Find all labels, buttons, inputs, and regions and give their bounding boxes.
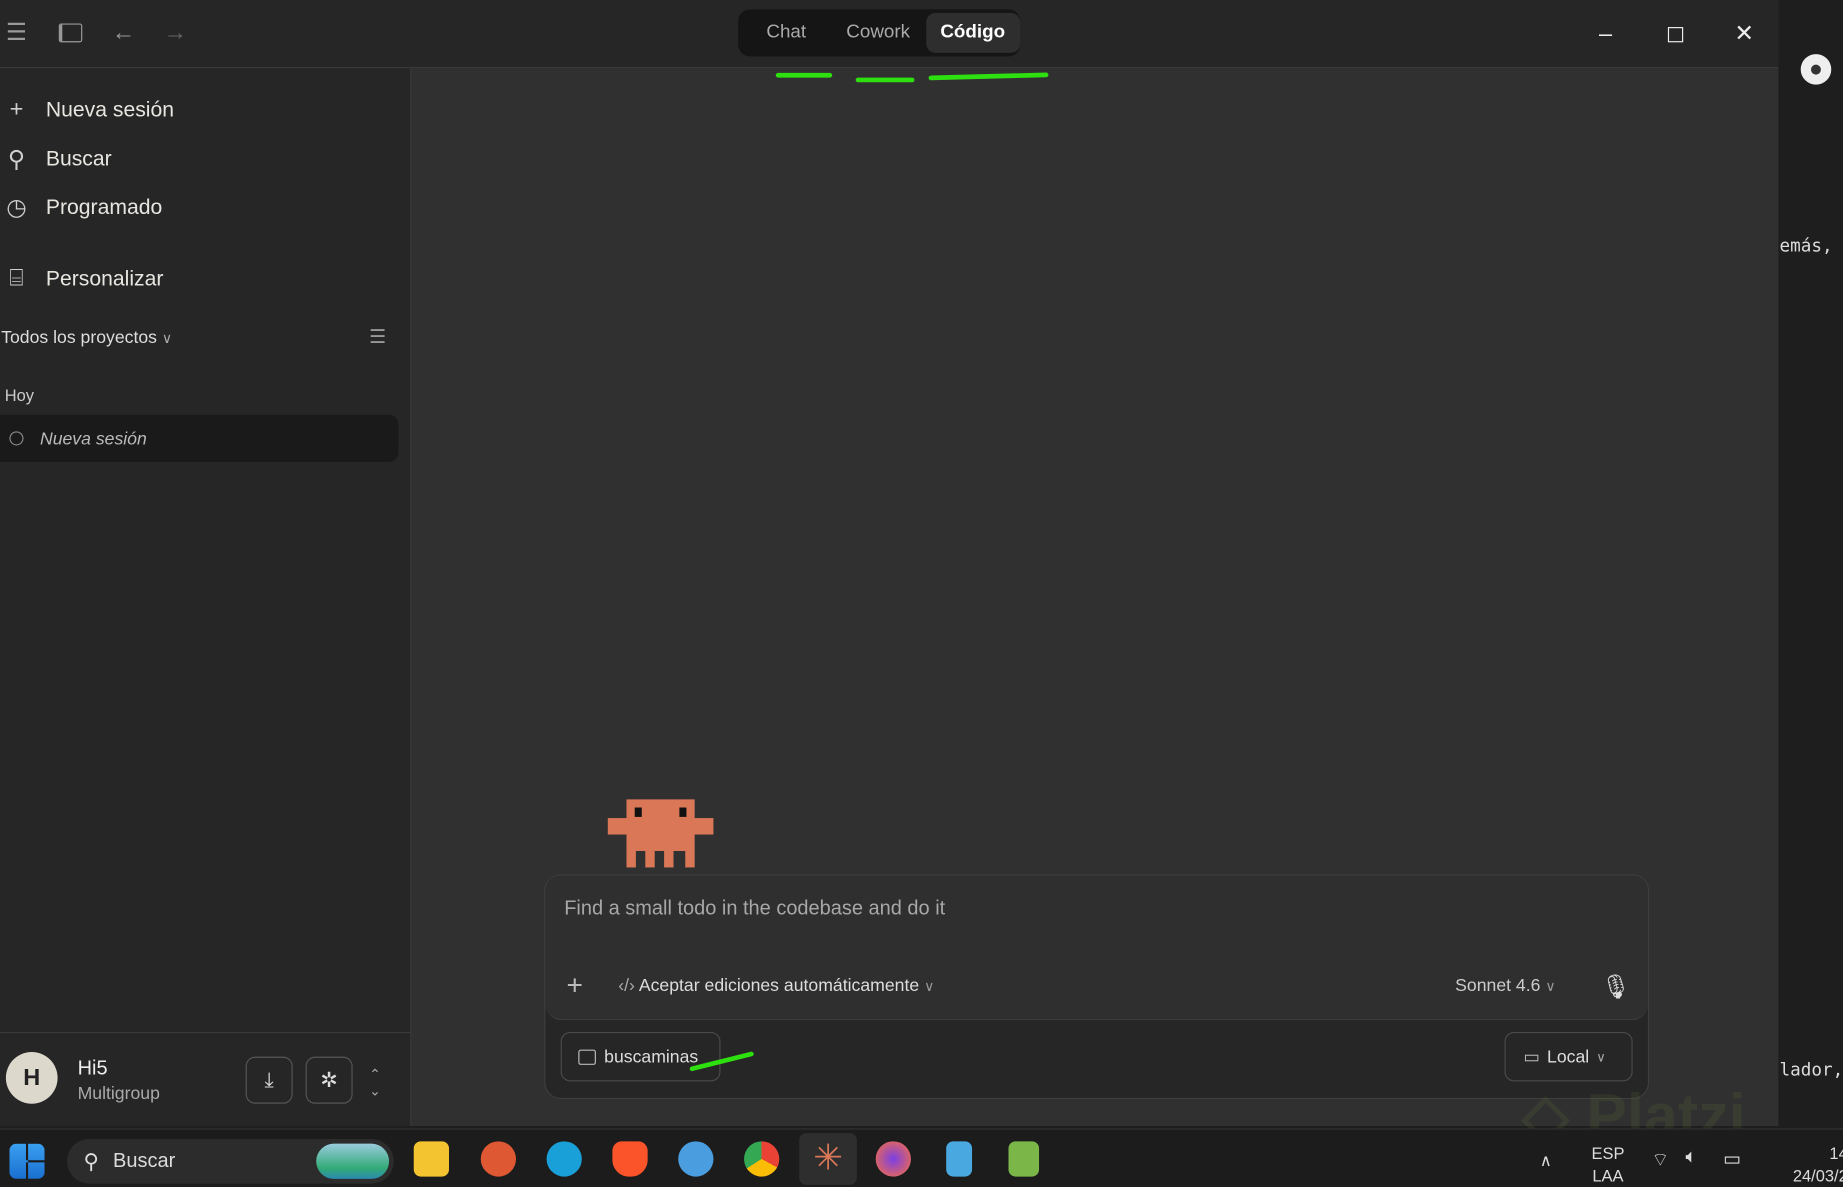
notepad-plus-icon[interactable] <box>1008 1141 1040 1177</box>
status-circle-icon <box>9 431 24 446</box>
annotation-mark <box>928 72 1049 81</box>
mode-switcher: Chat Cowork Código <box>738 9 1021 57</box>
model-label: Sonnet 4.6 <box>1455 975 1541 996</box>
projects-filter-dropdown[interactable]: Todos los proyectos ∨ <box>1 328 172 348</box>
sidebar-toggle-icon[interactable] <box>54 16 87 49</box>
firefox-icon[interactable] <box>875 1141 911 1177</box>
search-icon: ⚲ <box>7 146 26 173</box>
close-button[interactable]: ✕ <box>1727 16 1762 51</box>
sidebar-item-programado[interactable]: ◷ Programado <box>0 187 400 227</box>
taskbar-search[interactable]: ⚲ Buscar <box>66 1138 394 1184</box>
nav-label: Buscar <box>45 146 112 170</box>
edit-mode-dropdown[interactable]: ‹/› Aceptar ediciones automáticamente ∨ <box>618 976 934 996</box>
mascot-icon <box>607 799 714 868</box>
group-label: Hoy <box>4 385 34 405</box>
model-selector[interactable]: Sonnet 4.6 ∨ <box>1455 976 1556 996</box>
duckduckgo-icon[interactable] <box>480 1141 517 1177</box>
folder-icon <box>578 1049 596 1065</box>
battery-icon[interactable]: ▭ <box>1723 1147 1741 1171</box>
back-arrow-icon[interactable]: ← <box>107 16 140 49</box>
taskbar: ⚲ Buscar ✳ ∧ ESPLAA ⌔ 🔈︎ ▭ 1424/03/2 <box>0 1128 1843 1187</box>
session-title: Nueva sesión <box>39 428 147 449</box>
briefcase-icon: ⌸ <box>9 265 24 291</box>
time: 14 <box>1829 1143 1843 1163</box>
chrome-icon[interactable] <box>744 1141 780 1177</box>
lang-code: ESP <box>1591 1143 1625 1163</box>
user-name: Hi5 <box>77 1056 108 1080</box>
code-icon: ‹/› <box>618 975 635 996</box>
sidebar-item-personalizar[interactable]: ⌸ Personalizar <box>0 259 400 299</box>
chevron-down-icon: ∨ <box>161 330 173 347</box>
annotation-mark <box>775 72 833 78</box>
user-bar: H Hi5 Multigroup ⤓ ✲ ⌃ ⌄ <box>0 1032 411 1127</box>
lang-layout: LAA <box>1592 1165 1624 1185</box>
plus-icon: + <box>9 95 24 122</box>
taskbar-search-label: Buscar <box>113 1149 176 1172</box>
search-highlight-image <box>316 1143 390 1179</box>
monitor-icon: ▭ <box>1523 1047 1540 1068</box>
add-attachment-button[interactable]: + <box>567 970 583 1003</box>
language-indicator[interactable]: ESP LAA <box>1591 1142 1624 1187</box>
composer: Find a small todo in the codebase and do… <box>544 874 1650 1099</box>
notepad-icon[interactable] <box>946 1141 973 1177</box>
tab-cowork[interactable]: Cowork <box>832 13 924 53</box>
minimize-button[interactable]: – <box>1588 16 1623 51</box>
sidebar-item-nueva-sesion[interactable]: + Nueva sesión <box>0 89 400 129</box>
edge-icon[interactable] <box>546 1141 582 1177</box>
maximize-button[interactable] <box>1657 16 1692 51</box>
search-icon: ⚲ <box>83 1148 99 1173</box>
tab-codigo[interactable]: Código <box>926 12 1021 53</box>
volume-icon[interactable]: 🔈︎ <box>1686 1147 1697 1168</box>
avatar[interactable]: H <box>5 1051 58 1104</box>
edit-mode-label: Aceptar ediciones automáticamente <box>638 975 920 996</box>
expand-chevrons-icon[interactable]: ⌃ ⌄ <box>369 1066 381 1099</box>
annotation-mark <box>855 77 915 83</box>
wifi-icon[interactable]: ⌔ <box>1651 1148 1669 1172</box>
brave-icon[interactable] <box>612 1141 648 1177</box>
sidebar: + Nueva sesión ⚲ Buscar ◷ Programado ⌸ Perso… <box>0 68 412 1127</box>
forward-arrow-icon[interactable]: → <box>159 16 192 49</box>
projects-filter-label: Todos los proyectos <box>1 327 158 348</box>
profile-icon: ● <box>1800 54 1832 85</box>
nav-label: Personalizar <box>45 266 164 290</box>
tray-chevron-icon[interactable]: ∧ <box>1540 1151 1552 1171</box>
tab-chat[interactable]: Chat <box>752 13 820 53</box>
folder-label: buscaminas <box>604 1046 699 1067</box>
user-org: Multigroup <box>77 1083 160 1104</box>
app-icon[interactable] <box>678 1141 714 1177</box>
nav-label: Nueva sesión <box>45 96 175 121</box>
code-line: emás, <box>1779 235 1833 257</box>
file-explorer-icon[interactable] <box>413 1141 450 1177</box>
date: 24/03/2 <box>1792 1165 1843 1185</box>
chevron-down-icon: ∨ <box>924 977 935 995</box>
code-line: lador, <box>1779 1059 1843 1081</box>
prompt-input[interactable]: Find a small todo in the codebase and do… <box>564 897 1622 921</box>
folder-button[interactable]: buscaminas <box>560 1032 721 1082</box>
claude-taskbar-icon[interactable]: ✳ <box>799 1133 857 1185</box>
bug-report-button[interactable]: ✲ <box>305 1056 353 1104</box>
clock-icon: ◷ <box>6 194 27 221</box>
claude-app-window: ☰ ← → Chat Cowork Código – ✕ + Nueva sesi… <box>0 0 1779 1127</box>
composer-top: Find a small todo in the codebase and do… <box>545 875 1648 1021</box>
menu-icon[interactable]: ☰ <box>0 16 33 49</box>
title-bar: ☰ ← → Chat Cowork Código – ✕ <box>0 0 1779 69</box>
filter-settings-icon[interactable]: ☰ <box>369 326 386 350</box>
download-button[interactable]: ⤓ <box>245 1056 293 1104</box>
chevron-down-icon: ∨ <box>1596 1050 1606 1065</box>
clock[interactable]: 1424/03/2 <box>1777 1142 1843 1187</box>
windows-start-icon[interactable] <box>9 1143 45 1179</box>
microphone-icon[interactable]: 🎙︎ <box>1601 972 1631 1001</box>
chevron-down-icon: ∨ <box>1545 977 1556 995</box>
session-list-item[interactable]: Nueva sesión <box>0 414 399 462</box>
sidebar-item-buscar[interactable]: ⚲ Buscar <box>0 139 400 179</box>
nav-label: Programado <box>45 194 163 219</box>
background-editor-window: ● emás, lador, <box>1779 0 1843 1127</box>
environment-label: Local <box>1547 1046 1590 1067</box>
environment-dropdown[interactable]: ▭ Local ∨ <box>1504 1032 1633 1082</box>
